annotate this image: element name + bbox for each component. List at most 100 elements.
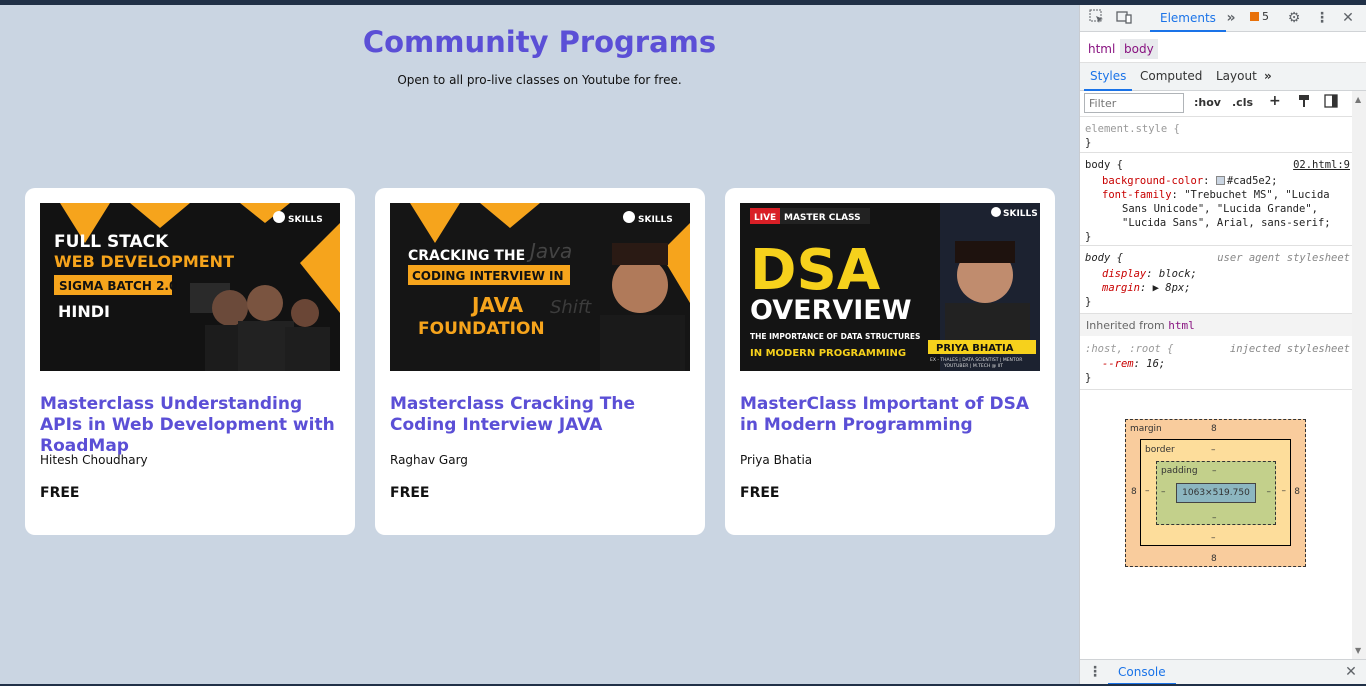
margin-right-value[interactable]: 8 xyxy=(1294,487,1300,497)
more-subtabs-chevron-icon[interactable]: » xyxy=(1264,63,1272,91)
margin-top-value[interactable]: 8 xyxy=(1211,424,1217,434)
element-style-rule: element.style { } xyxy=(1080,117,1352,153)
css-declaration[interactable]: font-family: "Trebuchet MS", "Lucida xyxy=(1102,188,1330,202)
inspect-element-icon[interactable] xyxy=(1088,9,1106,27)
thumb-text: FOUNDATION xyxy=(418,319,545,339)
program-author: Hitesh Choudhary xyxy=(40,453,148,467)
inherited-tag-link[interactable]: html xyxy=(1168,319,1195,332)
box-model-content[interactable]: 1063×519.750 xyxy=(1176,483,1256,503)
padding-bottom-value[interactable]: – xyxy=(1212,513,1217,523)
css-property: background-color xyxy=(1102,175,1204,187)
tab-layout[interactable]: Layout xyxy=(1216,63,1257,91)
rule-close-brace: } xyxy=(1085,296,1092,308)
styles-subtabs: Styles Computed Layout » xyxy=(1080,63,1366,91)
expand-triangle-icon[interactable]: ▶ xyxy=(1153,282,1159,294)
thumb-text: EX - THALES | DATA SCIENTIST | MENTOR xyxy=(930,357,1022,363)
css-declaration: --rem: 16; xyxy=(1102,358,1166,370)
close-drawer-icon[interactable]: ✕ xyxy=(1342,663,1360,681)
body-selector: body { xyxy=(1085,252,1123,264)
more-options-icon[interactable]: ⋮ xyxy=(1313,9,1331,27)
breadcrumb-body[interactable]: body xyxy=(1120,39,1158,59)
tab-styles[interactable]: Styles xyxy=(1084,63,1133,91)
margin-label: margin xyxy=(1130,424,1162,434)
toggle-sidebar-icon[interactable] xyxy=(1324,94,1338,111)
color-swatch[interactable] xyxy=(1215,176,1225,185)
thumb-text: CRACKING THE xyxy=(408,248,525,264)
page-title: Community Programs xyxy=(362,25,717,59)
svg-text:Java: Java xyxy=(526,239,572,263)
close-icon[interactable]: ✕ xyxy=(1339,9,1357,27)
host-selector: :host, :root { xyxy=(1085,343,1174,355)
drawer-menu-icon[interactable]: ⋮ xyxy=(1086,663,1104,681)
device-toolbar-icon[interactable] xyxy=(1115,9,1133,27)
new-rule-plus-icon[interactable]: + xyxy=(1269,93,1281,109)
border-left-value[interactable]: – xyxy=(1145,486,1150,496)
thumb-text: THE IMPORTANCE OF DATA STRUCTURES xyxy=(750,332,920,341)
thumb-text: WEB DEVELOPMENT xyxy=(54,252,234,271)
margin-bottom-value[interactable]: 8 xyxy=(1211,554,1217,564)
paint-brush-icon[interactable] xyxy=(1297,94,1311,111)
settings-gear-icon[interactable]: ⚙ xyxy=(1285,9,1303,27)
css-declaration: margin: ▶ 8px; xyxy=(1102,282,1191,294)
program-thumbnail[interactable]: LIVE MASTER CLASS DSA OVERVIEW THE IMPOR… xyxy=(740,203,1040,371)
padding-right-value[interactable]: – xyxy=(1267,487,1272,497)
program-card[interactable]: FULL STACK WEB DEVELOPMENT SIGMA BATCH 2… xyxy=(25,188,355,535)
hover-state-toggle[interactable]: :hov xyxy=(1194,96,1221,109)
program-author: Priya Bhatia xyxy=(740,453,813,467)
devtools-panel: Elements » 5 ⚙ ⋮ ✕ html body Styles Comp… xyxy=(1079,5,1366,685)
thumb-text: LIVE xyxy=(754,213,776,223)
border-bottom-value[interactable]: – xyxy=(1211,533,1216,543)
thumb-text: DSA xyxy=(750,238,881,303)
thumb-text: YOUTUBER | M.TECH @ IIT xyxy=(943,363,1003,369)
program-thumbnail[interactable]: Java Shift CRACKING THE CODING INTERVIEW… xyxy=(390,203,690,371)
scroll-down-arrow-icon[interactable]: ▼ xyxy=(1355,646,1361,655)
program-price: FREE xyxy=(390,485,430,501)
program-thumbnail[interactable]: FULL STACK WEB DEVELOPMENT SIGMA BATCH 2… xyxy=(40,203,340,371)
breadcrumb: html body xyxy=(1080,33,1366,63)
page-viewport: Community Programs Open to all pro-live … xyxy=(0,5,1079,684)
issues-counter[interactable]: 5 xyxy=(1250,10,1269,23)
class-toggle[interactable]: .cls xyxy=(1232,96,1253,109)
drawer-bar: ⋮ Console ✕ xyxy=(1080,659,1366,685)
svg-text:Shift: Shift xyxy=(550,297,592,318)
body-selector[interactable]: body { xyxy=(1085,158,1123,172)
styles-filter-bar: :hov .cls + xyxy=(1080,91,1366,117)
css-property: --rem xyxy=(1102,358,1134,370)
program-card[interactable]: LIVE MASTER CLASS DSA OVERVIEW THE IMPOR… xyxy=(725,188,1055,535)
program-price: FREE xyxy=(740,485,780,501)
program-title[interactable]: MasterClass Important of DSA in Modern P… xyxy=(740,394,1040,436)
border-label: border xyxy=(1145,445,1175,455)
more-tabs-chevron-icon[interactable]: » xyxy=(1222,9,1240,27)
border-top-value[interactable]: – xyxy=(1211,445,1216,455)
margin-left-value[interactable]: 8 xyxy=(1131,487,1137,497)
tab-elements[interactable]: Elements xyxy=(1150,5,1226,32)
css-declaration: display: block; xyxy=(1102,268,1197,280)
css-property: font-family xyxy=(1102,189,1172,201)
stylesheet-source-link[interactable]: 02.html:9 xyxy=(1293,158,1350,172)
program-price: FREE xyxy=(40,485,80,501)
element-style-selector[interactable]: element.style { xyxy=(1085,122,1180,136)
thumb-text: FULL STACK xyxy=(54,232,169,252)
styles-pane: element.style { } body { 02.html:9 backg… xyxy=(1080,117,1352,662)
rule-close-brace: } xyxy=(1085,231,1092,243)
program-title[interactable]: Masterclass Cracking The Coding Intervie… xyxy=(390,394,690,436)
padding-left-value[interactable]: – xyxy=(1161,487,1166,497)
scroll-up-arrow-icon[interactable]: ▲ xyxy=(1355,95,1361,104)
styles-filter-input[interactable] xyxy=(1084,93,1184,113)
tab-console[interactable]: Console xyxy=(1108,660,1176,685)
issues-count: 5 xyxy=(1262,10,1269,23)
css-value-cont: Sans Unicode", "Lucida Grande", xyxy=(1122,203,1318,215)
breadcrumb-html[interactable]: html xyxy=(1084,39,1119,59)
rule-close-brace: } xyxy=(1085,137,1092,149)
thumb-text: IN MODERN PROGRAMMING xyxy=(750,348,906,359)
styles-scrollbar[interactable]: ▲ ▼ xyxy=(1352,91,1366,659)
program-card[interactable]: Java Shift CRACKING THE CODING INTERVIEW… xyxy=(375,188,705,535)
border-right-value[interactable]: – xyxy=(1282,486,1287,496)
padding-top-value[interactable]: – xyxy=(1212,466,1217,476)
injected-stylesheet-label: injected stylesheet xyxy=(1229,343,1350,355)
css-property: display xyxy=(1102,268,1147,280)
thumb-brand: SKILLS xyxy=(638,215,673,225)
tab-computed[interactable]: Computed xyxy=(1140,63,1202,91)
css-declaration[interactable]: background-color: #cad5e2; xyxy=(1102,174,1277,188)
program-title[interactable]: Masterclass Understanding APIs in Web De… xyxy=(40,394,340,457)
